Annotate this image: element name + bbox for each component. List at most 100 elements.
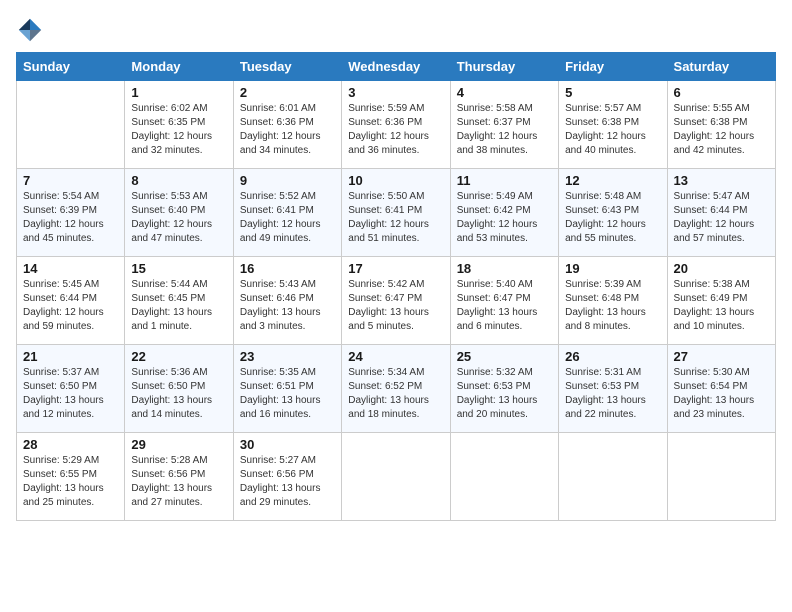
calendar-cell: 15 Sunrise: 5:44 AM Sunset: 6:45 PM Dayli…: [125, 257, 233, 345]
week-row-1: 1 Sunrise: 6:02 AM Sunset: 6:35 PM Daylig…: [17, 81, 776, 169]
logo-icon: [16, 16, 44, 44]
day-number: 12: [565, 173, 660, 188]
day-number: 24: [348, 349, 443, 364]
day-number: 28: [23, 437, 118, 452]
calendar-cell: 28 Sunrise: 5:29 AM Sunset: 6:55 PM Dayli…: [17, 433, 125, 521]
day-info: Sunrise: 5:43 AM Sunset: 6:46 PM Dayligh…: [240, 278, 335, 334]
calendar-cell: [667, 433, 775, 521]
weekday-header-wednesday: Wednesday: [342, 53, 450, 81]
day-info: Sunrise: 5:49 AM Sunset: 6:42 PM Dayligh…: [457, 190, 552, 246]
day-number: 18: [457, 261, 552, 276]
day-info: Sunrise: 5:37 AM Sunset: 6:50 PM Dayligh…: [23, 366, 118, 422]
day-number: 8: [131, 173, 226, 188]
logo: [16, 16, 48, 44]
day-info: Sunrise: 5:36 AM Sunset: 6:50 PM Dayligh…: [131, 366, 226, 422]
day-number: 19: [565, 261, 660, 276]
day-info: Sunrise: 5:40 AM Sunset: 6:47 PM Dayligh…: [457, 278, 552, 334]
weekday-header-row: SundayMondayTuesdayWednesdayThursdayFrid…: [17, 53, 776, 81]
day-number: 4: [457, 85, 552, 100]
calendar-cell: 2 Sunrise: 6:01 AM Sunset: 6:36 PM Daylig…: [233, 81, 341, 169]
week-row-2: 7 Sunrise: 5:54 AM Sunset: 6:39 PM Daylig…: [17, 169, 776, 257]
calendar-cell: 8 Sunrise: 5:53 AM Sunset: 6:40 PM Daylig…: [125, 169, 233, 257]
day-info: Sunrise: 5:52 AM Sunset: 6:41 PM Dayligh…: [240, 190, 335, 246]
day-number: 14: [23, 261, 118, 276]
calendar-cell: 17 Sunrise: 5:42 AM Sunset: 6:47 PM Dayli…: [342, 257, 450, 345]
day-info: Sunrise: 5:50 AM Sunset: 6:41 PM Dayligh…: [348, 190, 443, 246]
day-number: 3: [348, 85, 443, 100]
calendar-cell: [342, 433, 450, 521]
calendar-cell: 4Sunrise: 5:58 AM Sunset: 6:37 PM Daylig…: [450, 81, 558, 169]
week-row-5: 28 Sunrise: 5:29 AM Sunset: 6:55 PM Dayli…: [17, 433, 776, 521]
day-info: Sunrise: 5:53 AM Sunset: 6:40 PM Dayligh…: [131, 190, 226, 246]
page-header: [16, 16, 776, 44]
week-row-3: 14 Sunrise: 5:45 AM Sunset: 6:44 PM Dayli…: [17, 257, 776, 345]
calendar-cell: 22Sunrise: 5:36 AM Sunset: 6:50 PM Dayli…: [125, 345, 233, 433]
day-info: Sunrise: 5:31 AM Sunset: 6:53 PM Dayligh…: [565, 366, 660, 422]
calendar-cell: 14 Sunrise: 5:45 AM Sunset: 6:44 PM Dayli…: [17, 257, 125, 345]
day-number: 5: [565, 85, 660, 100]
day-info: Sunrise: 5:59 AM Sunset: 6:36 PM Dayligh…: [348, 102, 443, 158]
day-number: 2: [240, 85, 335, 100]
calendar-cell: 30 Sunrise: 5:27 AM Sunset: 6:56 PM Dayli…: [233, 433, 341, 521]
day-number: 20: [674, 261, 769, 276]
weekday-header-sunday: Sunday: [17, 53, 125, 81]
calendar-cell: [450, 433, 558, 521]
day-info: Sunrise: 5:44 AM Sunset: 6:45 PM Dayligh…: [131, 278, 226, 334]
calendar-cell: 20Sunrise: 5:38 AM Sunset: 6:49 PM Dayli…: [667, 257, 775, 345]
week-row-4: 21 Sunrise: 5:37 AM Sunset: 6:50 PM Dayli…: [17, 345, 776, 433]
calendar-cell: 24 Sunrise: 5:34 AM Sunset: 6:52 PM Dayli…: [342, 345, 450, 433]
day-number: 17: [348, 261, 443, 276]
day-info: Sunrise: 5:29 AM Sunset: 6:55 PM Dayligh…: [23, 454, 118, 510]
calendar-cell: 26 Sunrise: 5:31 AM Sunset: 6:53 PM Dayli…: [559, 345, 667, 433]
calendar-cell: 18 Sunrise: 5:40 AM Sunset: 6:47 PM Dayli…: [450, 257, 558, 345]
calendar-cell: 27 Sunrise: 5:30 AM Sunset: 6:54 PM Dayli…: [667, 345, 775, 433]
day-number: 27: [674, 349, 769, 364]
day-number: 21: [23, 349, 118, 364]
day-info: Sunrise: 6:02 AM Sunset: 6:35 PM Dayligh…: [131, 102, 226, 158]
day-number: 7: [23, 173, 118, 188]
day-info: Sunrise: 5:48 AM Sunset: 6:43 PM Dayligh…: [565, 190, 660, 246]
day-info: Sunrise: 5:34 AM Sunset: 6:52 PM Dayligh…: [348, 366, 443, 422]
calendar-cell: 7 Sunrise: 5:54 AM Sunset: 6:39 PM Daylig…: [17, 169, 125, 257]
day-info: Sunrise: 5:45 AM Sunset: 6:44 PM Dayligh…: [23, 278, 118, 334]
weekday-header-saturday: Saturday: [667, 53, 775, 81]
day-number: 16: [240, 261, 335, 276]
day-number: 30: [240, 437, 335, 452]
day-number: 9: [240, 173, 335, 188]
day-info: Sunrise: 5:30 AM Sunset: 6:54 PM Dayligh…: [674, 366, 769, 422]
day-number: 25: [457, 349, 552, 364]
calendar-cell: [559, 433, 667, 521]
weekday-header-thursday: Thursday: [450, 53, 558, 81]
weekday-header-friday: Friday: [559, 53, 667, 81]
calendar-cell: 12 Sunrise: 5:48 AM Sunset: 6:43 PM Dayli…: [559, 169, 667, 257]
day-number: 6: [674, 85, 769, 100]
day-info: Sunrise: 5:42 AM Sunset: 6:47 PM Dayligh…: [348, 278, 443, 334]
day-info: Sunrise: 5:57 AM Sunset: 6:38 PM Dayligh…: [565, 102, 660, 158]
day-number: 26: [565, 349, 660, 364]
day-info: Sunrise: 5:28 AM Sunset: 6:56 PM Dayligh…: [131, 454, 226, 510]
calendar-cell: 3 Sunrise: 5:59 AM Sunset: 6:36 PM Daylig…: [342, 81, 450, 169]
day-number: 23: [240, 349, 335, 364]
day-info: Sunrise: 5:27 AM Sunset: 6:56 PM Dayligh…: [240, 454, 335, 510]
calendar-cell: 6 Sunrise: 5:55 AM Sunset: 6:38 PM Daylig…: [667, 81, 775, 169]
day-number: 15: [131, 261, 226, 276]
day-number: 10: [348, 173, 443, 188]
calendar-cell: 10 Sunrise: 5:50 AM Sunset: 6:41 PM Dayli…: [342, 169, 450, 257]
day-number: 1: [131, 85, 226, 100]
day-info: Sunrise: 5:47 AM Sunset: 6:44 PM Dayligh…: [674, 190, 769, 246]
calendar-cell: [17, 81, 125, 169]
day-info: Sunrise: 5:35 AM Sunset: 6:51 PM Dayligh…: [240, 366, 335, 422]
day-number: 11: [457, 173, 552, 188]
calendar-cell: 21 Sunrise: 5:37 AM Sunset: 6:50 PM Dayli…: [17, 345, 125, 433]
day-info: Sunrise: 5:32 AM Sunset: 6:53 PM Dayligh…: [457, 366, 552, 422]
calendar-cell: 25 Sunrise: 5:32 AM Sunset: 6:53 PM Dayli…: [450, 345, 558, 433]
day-info: Sunrise: 5:55 AM Sunset: 6:38 PM Dayligh…: [674, 102, 769, 158]
calendar-cell: 5 Sunrise: 5:57 AM Sunset: 6:38 PM Daylig…: [559, 81, 667, 169]
calendar-cell: 11 Sunrise: 5:49 AM Sunset: 6:42 PM Dayli…: [450, 169, 558, 257]
day-number: 13: [674, 173, 769, 188]
calendar-cell: 9 Sunrise: 5:52 AM Sunset: 6:41 PM Daylig…: [233, 169, 341, 257]
day-info: Sunrise: 5:54 AM Sunset: 6:39 PM Dayligh…: [23, 190, 118, 246]
day-info: Sunrise: 6:01 AM Sunset: 6:36 PM Dayligh…: [240, 102, 335, 158]
calendar-cell: 13 Sunrise: 5:47 AM Sunset: 6:44 PM Dayli…: [667, 169, 775, 257]
calendar-cell: 1 Sunrise: 6:02 AM Sunset: 6:35 PM Daylig…: [125, 81, 233, 169]
